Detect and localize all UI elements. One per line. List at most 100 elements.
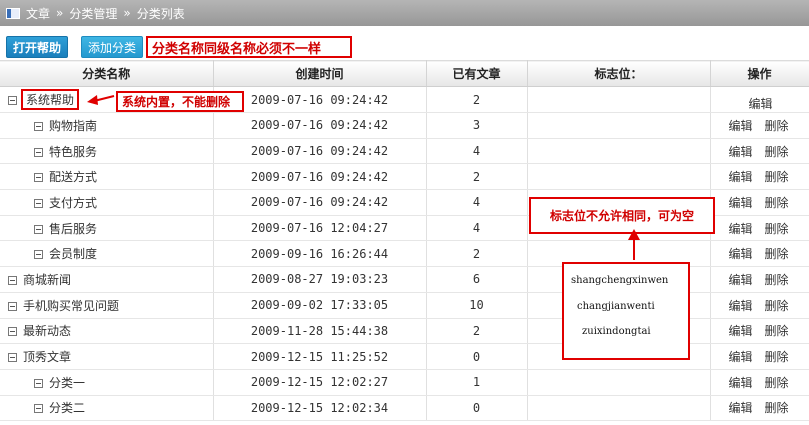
delete-link[interactable]: 删除: [764, 119, 788, 133]
article-count-cell: 2: [426, 318, 528, 345]
column-header-name: 分类名称: [0, 60, 214, 87]
delete-link[interactable]: 删除: [764, 401, 788, 415]
edit-link[interactable]: 编辑: [728, 350, 752, 364]
delete-link[interactable]: 删除: [764, 222, 788, 236]
category-name-cell: 最新动态: [0, 318, 214, 345]
tree-collapse-icon[interactable]: [34, 173, 43, 183]
tree-collapse-icon[interactable]: [8, 96, 17, 105]
tree-collapse-icon[interactable]: [34, 250, 43, 260]
ops-cell: 编辑 删除: [710, 240, 809, 268]
note-flag-unique: 标志位不允许相同，可为空: [529, 197, 715, 234]
tree-collapse-icon[interactable]: [34, 198, 43, 208]
category-name[interactable]: 手机购买常见问题: [23, 299, 119, 313]
table-row: 分类一 2009-12-15 12:02:27 1 编辑 删除: [0, 369, 809, 396]
window-icon: [6, 7, 20, 19]
edit-link[interactable]: 编辑: [728, 273, 752, 287]
table-row: 分类二 2009-12-15 12:02:34 0 编辑 删除: [0, 395, 809, 422]
add-category-button[interactable]: 添加分类: [81, 36, 144, 58]
category-name[interactable]: 分类二: [49, 401, 85, 415]
tree-collapse-icon[interactable]: [8, 301, 17, 311]
ops-cell: 编辑 删除: [710, 138, 809, 165]
category-name-cell: 商城新闻: [0, 266, 214, 293]
article-count-cell: 10: [426, 292, 528, 319]
category-name[interactable]: 售后服务: [49, 222, 97, 236]
tree-collapse-icon[interactable]: [8, 353, 17, 363]
category-name[interactable]: 商城新闻: [23, 273, 71, 287]
delete-link[interactable]: 删除: [764, 145, 788, 159]
breadcrumb-separator: »: [123, 6, 131, 20]
column-header-count: 已有文章: [426, 60, 528, 87]
column-header-flag: 标志位：: [527, 60, 711, 87]
edit-link[interactable]: 编辑: [748, 95, 772, 112]
breadcrumb-separator: »: [56, 6, 64, 20]
tree-collapse-icon[interactable]: [8, 275, 17, 285]
category-name-cell: 会员制度: [0, 240, 214, 268]
created-time-cell: 2009-07-16 12:04:27: [213, 215, 427, 242]
tree-collapse-icon[interactable]: [34, 378, 43, 388]
delete-link[interactable]: 删除: [764, 247, 788, 261]
edit-link[interactable]: 编辑: [728, 145, 752, 159]
delete-link[interactable]: 删除: [764, 376, 788, 390]
edit-link[interactable]: 编辑: [728, 119, 752, 133]
category-name[interactable]: 会员制度: [49, 247, 97, 261]
edit-link[interactable]: 编辑: [728, 196, 752, 210]
ops-cell: 编辑 删除: [710, 189, 809, 216]
category-name[interactable]: 配送方式: [49, 170, 97, 184]
note-builtin: 系统内置，不能删除: [116, 91, 244, 112]
delete-link[interactable]: 删除: [764, 350, 788, 364]
delete-link[interactable]: 删除: [764, 324, 788, 338]
tree-collapse-icon[interactable]: [8, 327, 17, 337]
article-count-cell: 4: [426, 138, 528, 165]
category-name[interactable]: 分类一: [49, 376, 85, 390]
breadcrumb-item-category-manage[interactable]: 分类管理: [69, 5, 117, 22]
tree-collapse-icon[interactable]: [34, 404, 43, 414]
category-name-cell: 购物指南: [0, 112, 214, 139]
tree-collapse-icon[interactable]: [34, 121, 43, 131]
ops-cell: 编辑 删除: [710, 369, 809, 396]
delete-link[interactable]: 删除: [764, 299, 788, 313]
delete-link[interactable]: 删除: [764, 170, 788, 184]
tree-collapse-icon[interactable]: [34, 147, 43, 157]
edit-link[interactable]: 编辑: [728, 324, 752, 338]
ops-cell: 编辑 删除: [710, 215, 809, 242]
created-time-cell: 2009-07-16 09:24:42: [213, 112, 427, 139]
edit-link[interactable]: 编辑: [728, 299, 752, 313]
category-name[interactable]: 最新动态: [23, 324, 71, 338]
ops-cell: 编辑 删除: [710, 266, 809, 293]
column-header-ops: 操作: [710, 60, 809, 87]
article-count-cell: 6: [426, 266, 528, 293]
article-count-cell: 4: [426, 215, 528, 242]
created-time-cell: 2009-08-27 19:03:23: [213, 266, 427, 293]
open-help-button[interactable]: 打开帮助: [6, 36, 69, 58]
ops-cell: 编辑 删除: [710, 343, 809, 370]
category-name[interactable]: 支付方式: [49, 196, 97, 210]
category-name[interactable]: 购物指南: [49, 119, 97, 133]
created-time-cell: 2009-12-15 12:02:27: [213, 369, 427, 396]
created-time-cell: 2009-09-02 17:33:05: [213, 292, 427, 319]
table-row: 购物指南 2009-07-16 09:24:42 3 编辑 删除: [0, 112, 809, 139]
created-time-cell: 2009-07-16 09:24:42: [213, 138, 427, 165]
edit-link[interactable]: 编辑: [728, 222, 752, 236]
ops-cell: 编辑 删除: [710, 318, 809, 345]
category-name[interactable]: 特色服务: [49, 145, 97, 159]
builtin-highlight: 系统帮助: [21, 89, 80, 110]
edit-link[interactable]: 编辑: [728, 170, 752, 184]
category-name[interactable]: 顶秀文章: [23, 350, 71, 364]
edit-link[interactable]: 编辑: [728, 247, 752, 261]
edit-link[interactable]: 编辑: [728, 376, 752, 390]
flag-value: shangchengxinwen: [571, 275, 669, 286]
delete-link[interactable]: 删除: [764, 273, 788, 287]
created-time-cell: 2009-12-15 12:02:34: [213, 395, 427, 422]
edit-link[interactable]: 编辑: [728, 401, 752, 415]
category-name-cell: 特色服务: [0, 138, 214, 165]
category-table: 分类名称 创建时间 已有文章 标志位： 操作 系统帮助 2009-07-16 09…: [0, 60, 809, 422]
category-name-cell: 手机购买常见问题: [0, 292, 214, 319]
article-count-cell: 0: [426, 395, 528, 422]
category-name-cell: 顶秀文章: [0, 343, 214, 370]
category-name[interactable]: 系统帮助: [26, 93, 74, 107]
tree-collapse-icon[interactable]: [34, 224, 43, 234]
flag-cell: [527, 163, 711, 191]
delete-link[interactable]: 删除: [764, 196, 788, 210]
breadcrumb-item-article[interactable]: 文章: [26, 5, 50, 22]
table-header-row: 分类名称 创建时间 已有文章 标志位： 操作: [0, 60, 809, 87]
